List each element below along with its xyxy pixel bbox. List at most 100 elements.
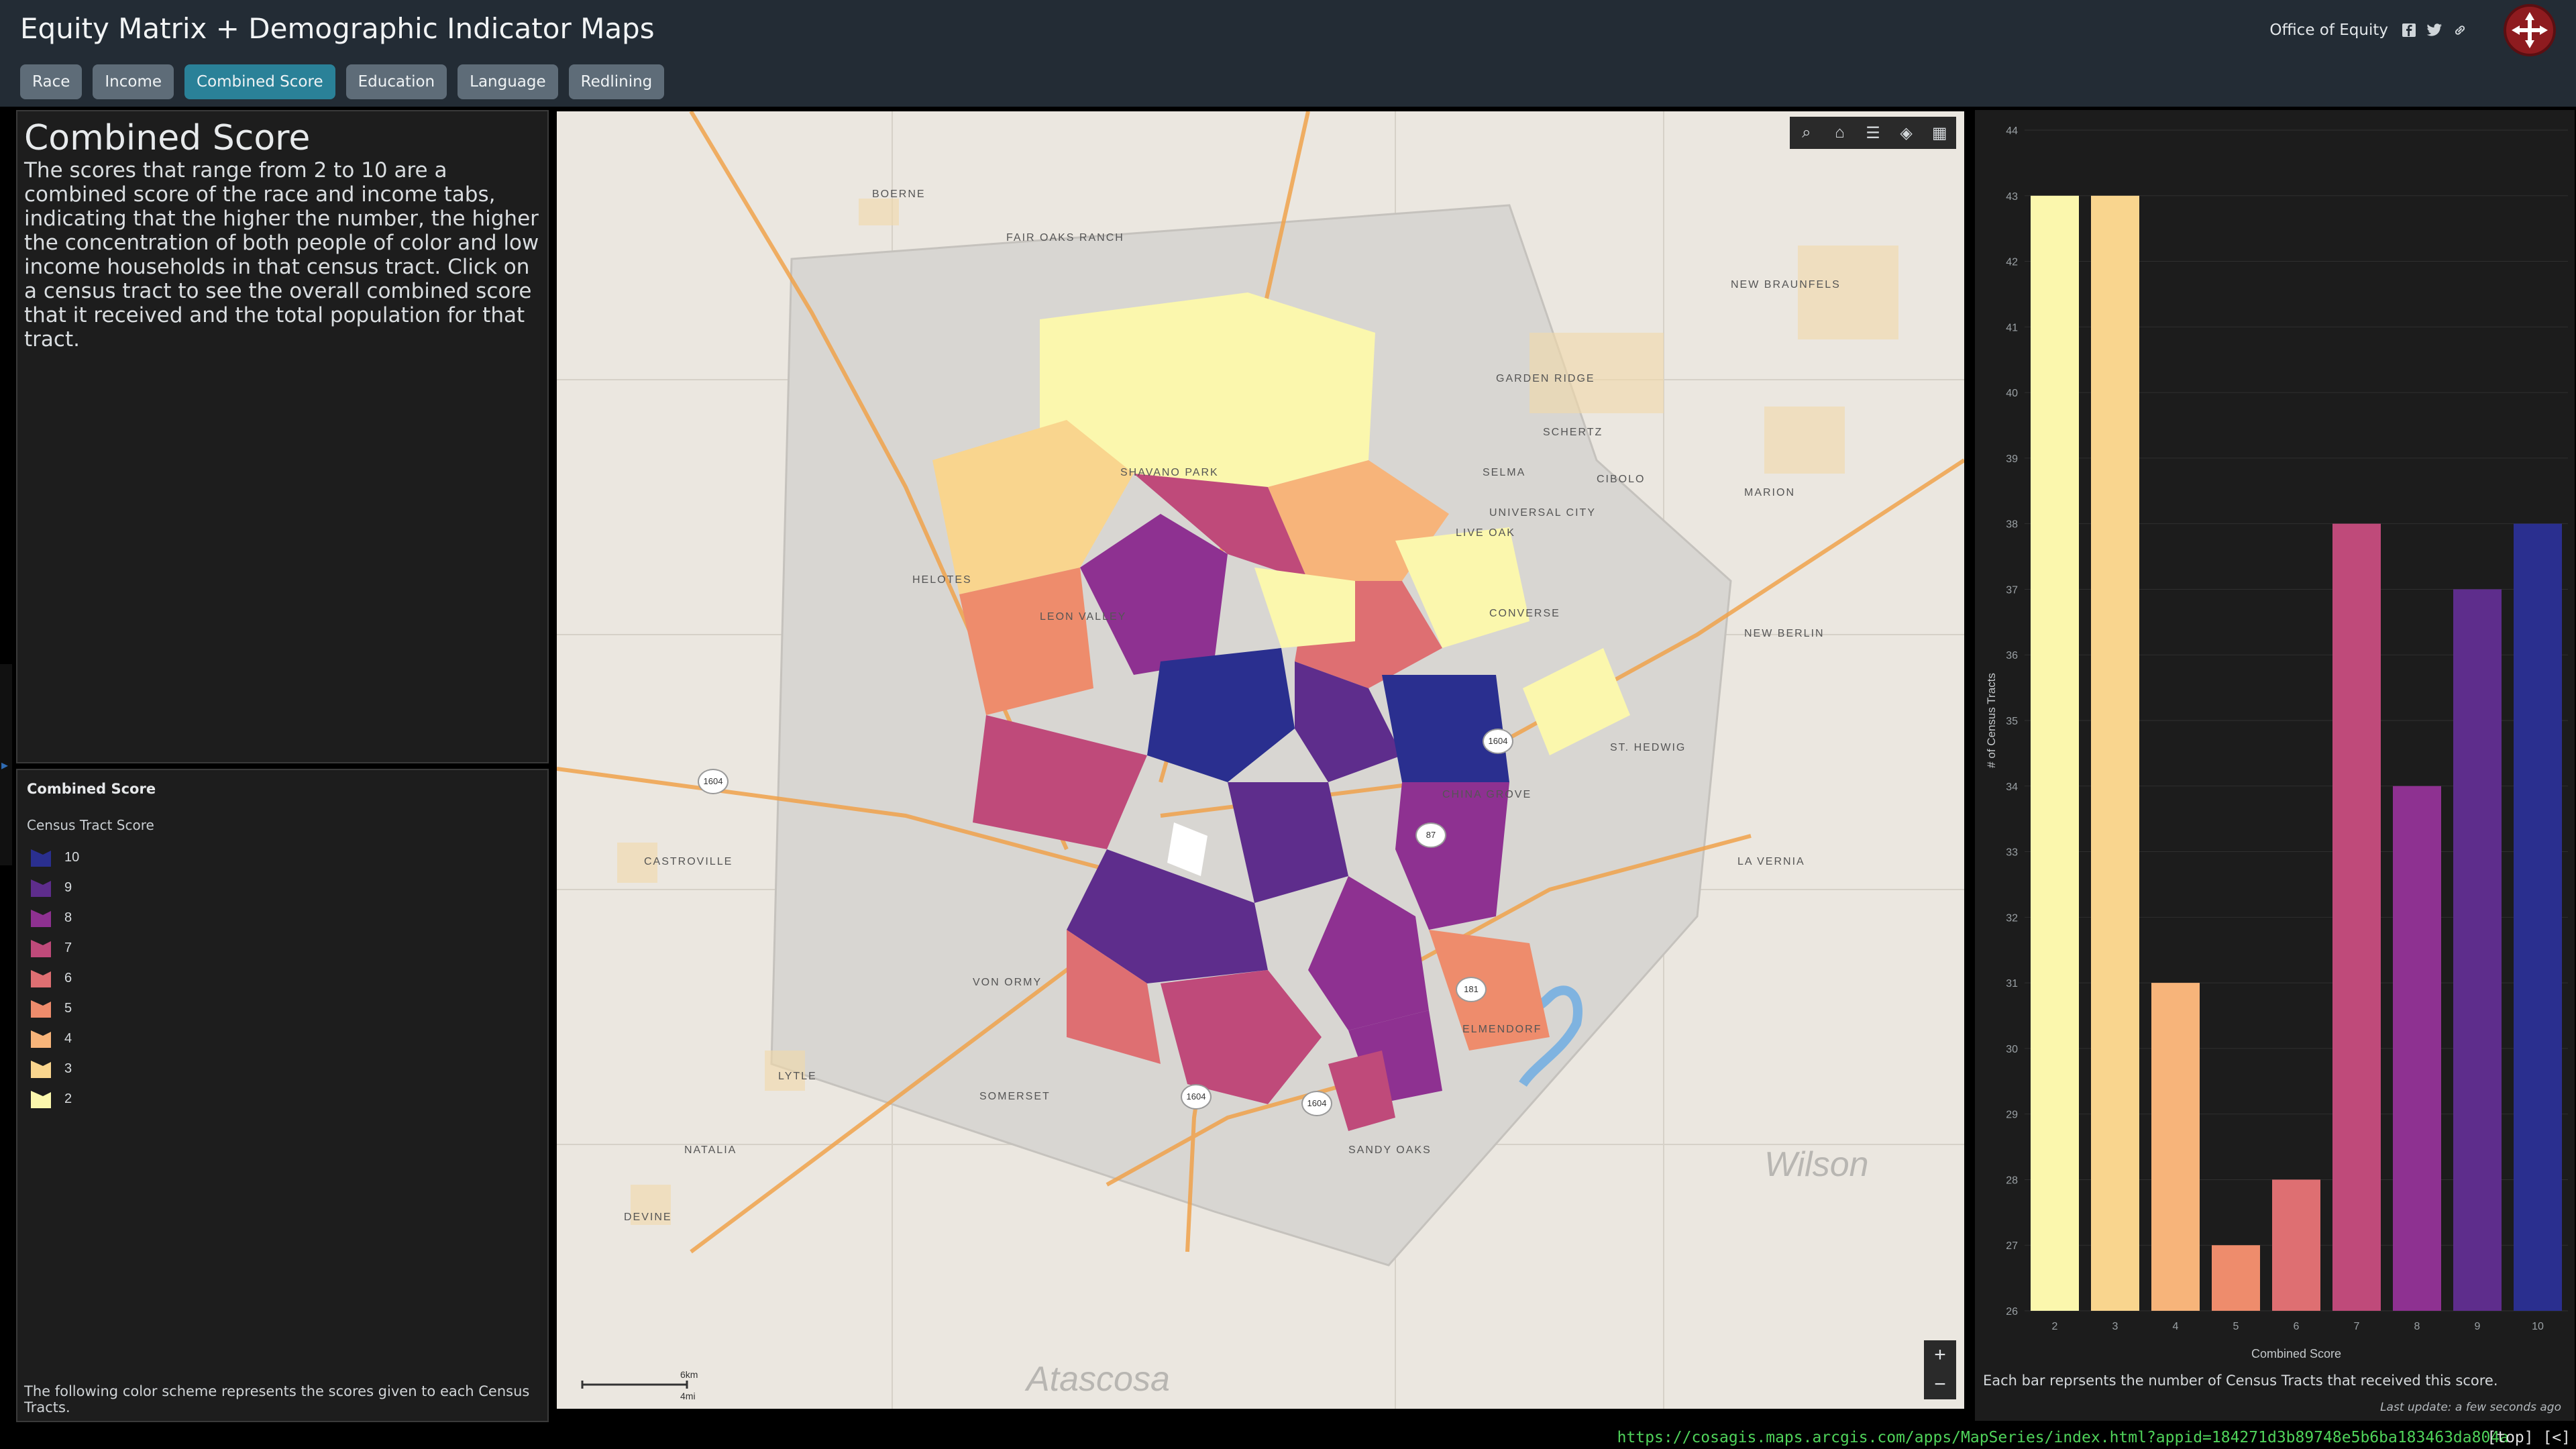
map-place-label: CONVERSE — [1489, 608, 1560, 619]
panel-description: The scores that range from 2 to 10 are a… — [24, 158, 539, 352]
map-view[interactable]: BOERNE FAIR OAKS RANCH HELOTES SHAVANO PARK… — [557, 111, 1964, 1409]
legend-swatch — [31, 1030, 51, 1048]
y-tick-label: 36 — [2006, 650, 2018, 661]
legend-list: 10 9 8 7 6 5 4 3 2 — [30, 843, 79, 1114]
panel-title: Combined Score — [24, 118, 311, 158]
county-label: Wilson — [1764, 1145, 1869, 1184]
legend-swatch — [31, 1060, 51, 1078]
tab-language[interactable]: Language — [458, 64, 558, 99]
zoom-out-button[interactable]: − — [1924, 1370, 1956, 1399]
tab-income[interactable]: Income — [93, 64, 174, 99]
y-tick-label: 32 — [2006, 912, 2018, 924]
y-tick-label: 28 — [2006, 1175, 2018, 1186]
legend-subtitle: Census Tract Score — [27, 817, 154, 833]
map-place-label: LYTLE — [778, 1071, 817, 1082]
y-tick-label: 38 — [2006, 519, 2018, 531]
bar-3 — [2091, 195, 2139, 1311]
tab-bar: Race Income Combined Score Education Lan… — [20, 64, 665, 99]
legend-item: 5 — [30, 994, 79, 1024]
tab-race[interactable]: Race — [20, 64, 83, 99]
tab-education[interactable]: Education — [345, 64, 447, 99]
map-place-label: SOMERSET — [979, 1091, 1051, 1102]
bar-5 — [2212, 1245, 2260, 1311]
map-place-label: HELOTES — [912, 574, 972, 586]
x-tick-label: 4 — [2173, 1321, 2179, 1332]
bar-8 — [2393, 786, 2441, 1311]
legend-label: 6 — [64, 971, 72, 985]
x-axis-label: Combined Score — [2251, 1347, 2341, 1360]
legend-swatch — [31, 849, 51, 867]
legend-panel: Combined Score Census Tract Score 10 9 8 7 6… — [16, 769, 549, 1422]
chart-update-time: Last update: a few seconds ago — [2380, 1401, 2561, 1414]
highway-shield: 1604 — [1483, 729, 1513, 754]
map-place-label: FAIR OAKS RANCH — [1006, 232, 1124, 244]
map-place-label: LEON VALLEY — [1040, 611, 1127, 623]
legend-item: 7 — [30, 933, 79, 963]
highway-shield: 87 — [1415, 822, 1446, 848]
highway-shield: 1604 — [1181, 1084, 1212, 1110]
map-place-label: LA VERNIA — [1737, 856, 1805, 867]
y-tick-label: 29 — [2006, 1110, 2018, 1121]
legend-label: 7 — [64, 941, 72, 955]
map-place-label: CIBOLO — [1597, 474, 1646, 485]
bar-chart: 262728293031323334353637383940414243442 3… — [1985, 125, 2568, 1360]
legend-label: 9 — [64, 880, 72, 895]
bar-10 — [2514, 523, 2562, 1311]
x-tick-label: 8 — [2414, 1321, 2420, 1332]
app-header: Equity Matrix + Demographic Indicator Ma… — [0, 0, 2576, 107]
y-tick-label: 37 — [2006, 584, 2018, 596]
y-tick-label: 26 — [2006, 1306, 2018, 1318]
scale-km: 6km — [680, 1369, 698, 1380]
tab-redlining[interactable]: Redlining — [568, 64, 665, 99]
legend-label: 8 — [64, 910, 72, 925]
header-links: Office of Equity — [2269, 21, 2469, 39]
layers-icon[interactable]: ◈ — [1893, 123, 1920, 143]
basemap-icon[interactable]: ▦ — [1926, 123, 1953, 143]
x-tick-label: 9 — [2475, 1321, 2481, 1332]
map-place-label: SCHERTZ — [1543, 427, 1603, 438]
y-tick-label: 43 — [2006, 191, 2018, 203]
expand-arrow-icon[interactable]: ▸ — [1, 757, 8, 773]
legend-item: 3 — [30, 1054, 79, 1084]
y-tick-label: 41 — [2006, 322, 2018, 333]
y-tick-label: 42 — [2006, 257, 2018, 268]
bar-4 — [2151, 983, 2200, 1311]
facebook-icon[interactable] — [2400, 21, 2418, 39]
chart-note: Each bar reprsents the number of Census … — [1983, 1373, 2498, 1389]
highway-shield: 1604 — [1301, 1091, 1332, 1116]
map-place-label: SANDY OAKS — [1348, 1144, 1432, 1156]
twitter-icon[interactable] — [2426, 21, 2443, 39]
county-label: Atascosa — [1026, 1360, 1170, 1399]
bar-7 — [2332, 523, 2381, 1311]
map-place-label: CASTROVILLE — [644, 856, 733, 867]
tab-combined-score[interactable]: Combined Score — [184, 64, 335, 99]
x-tick-label: 5 — [2233, 1321, 2239, 1332]
link-icon[interactable] — [2451, 21, 2469, 39]
description-panel: Combined Score The scores that range fro… — [16, 110, 549, 763]
scale-bar: 6km 4mi — [581, 1369, 698, 1401]
bar-2 — [2031, 195, 2079, 1311]
x-tick-label: 2 — [2052, 1321, 2058, 1332]
list-icon[interactable]: ☰ — [1860, 123, 1886, 143]
y-tick-label: 39 — [2006, 453, 2018, 465]
search-icon[interactable]: ⌕ — [1793, 123, 1820, 142]
legend-swatch — [31, 879, 51, 897]
map-place-label: GARDEN RIDGE — [1496, 373, 1595, 384]
x-tick-label: 7 — [2354, 1321, 2360, 1332]
bar-6 — [2272, 1179, 2320, 1311]
status-nav[interactable]: [top] [<] — [2487, 1428, 2571, 1448]
legend-swatch — [31, 969, 51, 987]
legend-item: 2 — [30, 1084, 79, 1114]
map-place-label: NEW BERLIN — [1744, 628, 1825, 639]
city-logo — [2504, 4, 2556, 56]
legend-label: 10 — [64, 850, 80, 865]
legend-swatch — [31, 1090, 51, 1108]
org-name: Office of Equity — [2269, 21, 2388, 39]
map-place-label: NEW BRAUNFELS — [1731, 279, 1841, 290]
map-place-label: MARION — [1744, 487, 1795, 498]
legend-footer: The following color scheme represents th… — [24, 1383, 530, 1415]
map-place-label: LIVE OAK — [1456, 527, 1515, 539]
zoom-in-button[interactable]: + — [1924, 1340, 1956, 1370]
home-icon[interactable]: ⌂ — [1826, 123, 1853, 142]
y-tick-label: 30 — [2006, 1044, 2018, 1055]
